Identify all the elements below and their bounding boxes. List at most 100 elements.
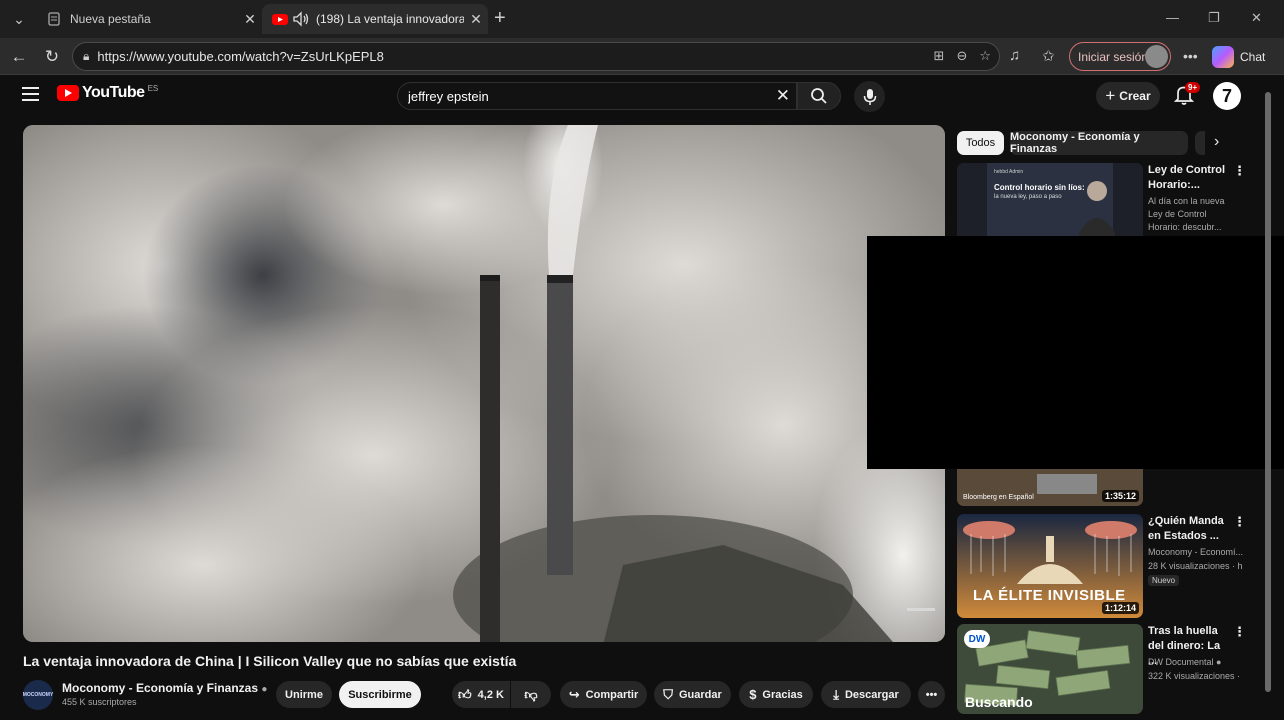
- subscribe-button[interactable]: Suscribirme: [339, 681, 421, 708]
- rec-meta: Al día con la nueva: [1148, 196, 1225, 206]
- youtube-favicon-icon: [272, 14, 288, 25]
- thumbs-down-icon: 👎︎: [524, 686, 538, 702]
- rec-channel: DW Documental ●: [1148, 655, 1244, 669]
- copilot-icon: [1212, 46, 1234, 68]
- profile-avatar-icon: [1145, 45, 1168, 68]
- channel-actions-row: MOCONOMY Moconomy - Economía y Finanzas …: [23, 680, 945, 710]
- rec-views: 28 K visualizaciones · h: [1148, 561, 1243, 571]
- rec-meta: Horario: descubr...: [1148, 222, 1222, 232]
- app-available-icon[interactable]: ⊞: [934, 48, 945, 64]
- rec-channel-name: DW Documental: [1148, 657, 1214, 667]
- chip-label: Moconomy - Economía y Finanzas: [1010, 131, 1140, 155]
- scrollbar-thumb[interactable]: [1265, 92, 1271, 692]
- create-button[interactable]: + Crear: [1096, 82, 1160, 110]
- kebab-menu-icon[interactable]: ⋮: [1233, 163, 1246, 179]
- youtube-logo[interactable]: YouTube ES: [57, 84, 158, 102]
- restore-icon[interactable]: ❐: [1208, 10, 1220, 26]
- notification-count-badge: 9+: [1185, 82, 1201, 93]
- site-info-icon[interactable]: 🔒︎: [83, 49, 89, 64]
- close-window-icon[interactable]: ✕: [1251, 10, 1262, 26]
- rec-views: 322 K visualizaciones ·: [1148, 671, 1241, 681]
- thanks-dollar-icon: $: [749, 687, 757, 702]
- minimize-icon[interactable]: ―: [1166, 10, 1179, 25]
- download-label: Descargar: [844, 688, 899, 701]
- video-title: La ventaja innovadora de China | I Silic…: [23, 653, 517, 669]
- media-control-icon[interactable]: ♫: [1009, 47, 1020, 64]
- video-player[interactable]: [23, 125, 945, 642]
- close-tab-icon[interactable]: ✕: [464, 11, 488, 28]
- share-label: Compartir: [585, 688, 639, 701]
- video-thumbnail[interactable]: LA ÉLITE INVISIBLE 1:12:14: [957, 514, 1143, 618]
- search-button[interactable]: [797, 82, 841, 110]
- sign-in-label: Iniciar sesión: [1078, 49, 1149, 64]
- create-label: Crear: [1119, 89, 1151, 103]
- download-button[interactable]: ⤓ Descargar: [821, 681, 911, 708]
- reload-icon[interactable]: ↻: [41, 46, 63, 68]
- new-tab-plus-icon[interactable]: +: [494, 8, 506, 28]
- back-arrow-icon[interactable]: ←: [8, 46, 30, 68]
- channel-name[interactable]: Moconomy - Economía y Finanzas ●: [62, 681, 267, 695]
- dislike-button[interactable]: 👎︎: [511, 681, 551, 708]
- chip-label: Todos: [965, 137, 996, 149]
- more-actions-button[interactable]: •••: [918, 681, 945, 708]
- search-box: ✕: [397, 82, 797, 110]
- close-tab-icon[interactable]: ✕: [238, 11, 262, 28]
- video-thumbnail[interactable]: DW Buscando: [957, 624, 1143, 714]
- favorites-icon[interactable]: ✩: [1042, 47, 1055, 65]
- zoom-icon[interactable]: ⊖: [956, 48, 967, 64]
- black-overlay: [867, 236, 1284, 469]
- share-button[interactable]: ↪ Compartir: [560, 681, 647, 708]
- sign-in-button[interactable]: Iniciar sesión: [1069, 42, 1171, 71]
- verified-icon: ●: [261, 684, 268, 695]
- notifications-button[interactable]: 9+: [1173, 82, 1201, 108]
- rec-title: ¿Quién Manda en Estados ...: [1148, 515, 1224, 542]
- new-badge: Nuevo: [1148, 575, 1180, 586]
- browser-toolbar: ← ↻ 🔒︎ https://www.youtube.com/watch?v=Z…: [0, 38, 1284, 75]
- search-input[interactable]: [408, 87, 768, 106]
- clear-search-icon[interactable]: ✕: [776, 86, 790, 106]
- channel-avatar[interactable]: MOCONOMY: [23, 680, 53, 710]
- like-button[interactable]: 👍︎ 4,2 K: [452, 681, 510, 708]
- favorite-star-icon[interactable]: ☆: [979, 48, 991, 64]
- tab-title: Nueva pestaña: [70, 12, 151, 26]
- bookmark-icon: ⛉: [663, 686, 673, 702]
- tab-youtube-video[interactable]: (198) La ventaja innovadora de ✕: [262, 4, 488, 34]
- save-button[interactable]: ⛉ Guardar: [654, 681, 731, 708]
- channel-avatar-text: MOCONOMY: [22, 692, 54, 698]
- chip-all[interactable]: Todos: [957, 131, 1004, 155]
- channel-name-text: Moconomy - Economía y Finanzas: [62, 681, 259, 695]
- settings-more-icon[interactable]: •••: [1183, 48, 1198, 64]
- dw-logo: DW: [964, 630, 990, 648]
- tab-title: (198) La ventaja innovadora de: [316, 12, 464, 26]
- address-bar[interactable]: 🔒︎ https://www.youtube.com/watch?v=ZsUrL…: [72, 42, 1000, 71]
- thumbs-up-icon: 👍︎: [458, 686, 472, 702]
- join-button[interactable]: Unirme: [276, 681, 332, 708]
- speaker-icon[interactable]: [292, 11, 310, 27]
- copilot-chat-button[interactable]: Chat: [1212, 44, 1265, 70]
- menu-hamburger-icon[interactable]: [22, 87, 39, 101]
- youtube-header: YouTube ES ✕ + Crear 9+ 7: [0, 75, 1284, 117]
- chevron-right-icon[interactable]: ›: [1214, 133, 1219, 151]
- kebab-menu-icon[interactable]: ⋮: [1233, 624, 1246, 640]
- user-avatar[interactable]: 7: [1213, 82, 1241, 110]
- tab-actions-menu-icon[interactable]: ⌄: [8, 8, 30, 30]
- chip-partial[interactable]: [1195, 131, 1205, 155]
- browser-tab-bar: ⌄ Nueva pestaña ✕ (198) La ventaja innov…: [0, 0, 1284, 38]
- voice-search-button[interactable]: [854, 81, 885, 112]
- kebab-menu-icon[interactable]: ⋮: [1233, 514, 1246, 530]
- video-duration: 1:35:12: [1101, 490, 1139, 502]
- rec-title: Ley de Control Horario:...: [1148, 164, 1226, 191]
- thanks-button[interactable]: $ Gracias: [739, 681, 813, 708]
- search-icon: [811, 88, 827, 104]
- subscribe-label: Suscribirme: [348, 688, 412, 701]
- recommended-video[interactable]: LA ÉLITE INVISIBLE 1:12:14 ¿Quién Manda …: [957, 514, 1257, 618]
- recommended-video[interactable]: DW Buscando Tras la huella del dinero: L…: [957, 624, 1257, 714]
- page-scrollbar[interactable]: [1264, 88, 1272, 708]
- logo-wordmark: YouTube: [82, 84, 145, 101]
- country-code: ES: [147, 83, 159, 93]
- tab-new-tab[interactable]: Nueva pestaña ✕: [36, 4, 262, 34]
- chip-channel[interactable]: Moconomy - Economía y Finanzas: [1010, 131, 1188, 155]
- chat-label: Chat: [1240, 50, 1266, 64]
- share-icon: ↪: [568, 686, 580, 702]
- url-text: https://www.youtube.com/watch?v=ZsUrLKpE…: [97, 49, 384, 64]
